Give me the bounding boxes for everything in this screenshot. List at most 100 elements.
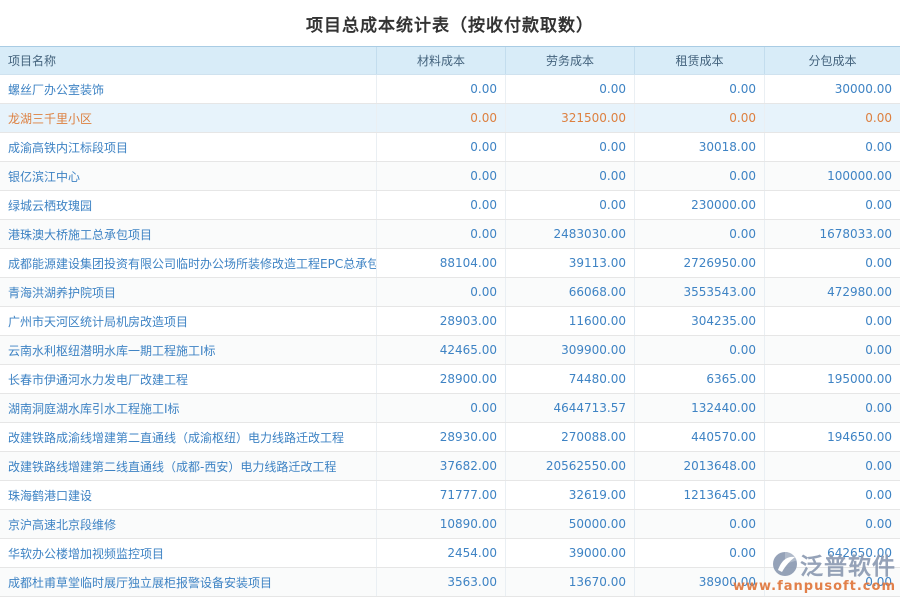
material-cost-value: 71777.00 — [377, 481, 506, 509]
material-cost-value: 28903.00 — [377, 307, 506, 335]
material-cost-value: 37682.00 — [377, 452, 506, 480]
report-page: 项目总成本统计表（按收付款取数） 项目名称 材料成本 劳务成本 租赁成本 分包成… — [0, 0, 900, 600]
column-header-subcontract-cost[interactable]: 分包成本 — [765, 47, 900, 74]
subcontract-cost-value: 0.00 — [765, 307, 900, 335]
table-row[interactable]: 成都能源建设集团投资有限公司临时办公场所装修改造工程EPC总承包88104.00… — [0, 249, 900, 278]
table-row[interactable]: 改建铁路成渝线增建第二直通线（成渝枢纽）电力线路迁改工程28930.002700… — [0, 423, 900, 452]
project-name-link[interactable]: 龙湖三千里小区 — [0, 104, 377, 132]
material-cost-value: 88104.00 — [377, 249, 506, 277]
subcontract-cost-value: 0.00 — [765, 452, 900, 480]
table-row[interactable]: 龙湖三千里小区0.00321500.000.000.00 — [0, 104, 900, 133]
rental-cost-value: 230000.00 — [635, 191, 765, 219]
table-row[interactable]: 银亿滨江中心0.000.000.00100000.00 — [0, 162, 900, 191]
column-header-labor-cost[interactable]: 劳务成本 — [506, 47, 635, 74]
subcontract-cost-value: 472980.00 — [765, 278, 900, 306]
labor-cost-value: 4644713.57 — [506, 394, 635, 422]
table-row[interactable]: 广州市天河区统计局机房改造项目28903.0011600.00304235.00… — [0, 307, 900, 336]
subcontract-cost-value: 642650.00 — [765, 539, 900, 567]
table-row[interactable]: 云南水利枢纽潜明水库一期工程施工I标42465.00309900.000.000… — [0, 336, 900, 365]
subcontract-cost-value: 100000.00 — [765, 162, 900, 190]
project-name-link[interactable]: 湖南洞庭湖水库引水工程施工I标 — [0, 394, 377, 422]
labor-cost-value: 270088.00 — [506, 423, 635, 451]
cost-statistics-table: 项目名称 材料成本 劳务成本 租赁成本 分包成本 螺丝厂办公室装饰0.000.0… — [0, 46, 900, 600]
project-name-link[interactable]: 银亿滨江中心 — [0, 162, 377, 190]
project-name-link[interactable]: 广州市天河区统计局机房改造项目 — [0, 307, 377, 335]
labor-cost-value: 321500.00 — [506, 104, 635, 132]
rental-cost-value: 6365.00 — [635, 365, 765, 393]
table-row[interactable]: 京沪高速北京段维修10890.0050000.000.000.00 — [0, 510, 900, 539]
rental-cost-value: 304235.00 — [635, 307, 765, 335]
project-name-link[interactable]: 长春市伊通河水力发电厂改建工程 — [0, 365, 377, 393]
subcontract-cost-value: 0.00 — [765, 191, 900, 219]
table-row[interactable]: 青海洪湖养护院项目0.0066068.003553543.00472980.00 — [0, 278, 900, 307]
project-name-link[interactable]: 绿城云栖玫瑰园 — [0, 191, 377, 219]
material-cost-value: 0.00 — [377, 104, 506, 132]
rental-cost-value: 38900.00 — [635, 568, 765, 596]
table-row[interactable]: 绿城云栖玫瑰园0.000.00230000.000.00 — [0, 191, 900, 220]
title-bar: 项目总成本统计表（按收付款取数） — [0, 0, 900, 46]
labor-cost-value: 0.00 — [506, 133, 635, 161]
column-header-project-name[interactable]: 项目名称 — [0, 47, 377, 74]
material-cost-value: 0.00 — [377, 75, 506, 103]
subcontract-cost-value: 194650.00 — [765, 423, 900, 451]
material-cost-value: 0.00 — [377, 191, 506, 219]
labor-cost-value: 0.00 — [506, 75, 635, 103]
material-cost-value: 42465.00 — [377, 336, 506, 364]
table-row[interactable]: 改建铁路线增建第二线直通线（成都-西安）电力线路迁改工程37682.002056… — [0, 452, 900, 481]
labor-cost-value: 309900.00 — [506, 336, 635, 364]
subcontract-cost-value: 0.00 — [765, 481, 900, 509]
labor-cost-value: 50000.00 — [506, 510, 635, 538]
labor-cost-value: 0.00 — [506, 162, 635, 190]
labor-cost-value: 74480.00 — [506, 365, 635, 393]
material-cost-value: 0.00 — [377, 394, 506, 422]
rental-cost-value: 0.00 — [635, 75, 765, 103]
rental-cost-value: 3553543.00 — [635, 278, 765, 306]
subcontract-cost-value: 1678033.00 — [765, 220, 900, 248]
labor-cost-value: 66068.00 — [506, 278, 635, 306]
material-cost-value: 3563.00 — [377, 568, 506, 596]
table-row[interactable]: 珠海鹤港口建设71777.0032619.001213645.000.00 — [0, 481, 900, 510]
rental-cost-value: 440570.00 — [635, 423, 765, 451]
project-name-link[interactable]: 成都杜甫草堂临时展厅独立展柜报警设备安装项目 — [0, 568, 377, 596]
column-header-rental-cost[interactable]: 租赁成本 — [635, 47, 765, 74]
table-row[interactable]: 湖南洞庭湖水库引水工程施工I标0.004644713.57132440.000.… — [0, 394, 900, 423]
project-name-link[interactable]: 改建铁路成渝线增建第二直通线（成渝枢纽）电力线路迁改工程 — [0, 423, 377, 451]
rental-cost-value: 2013648.00 — [635, 452, 765, 480]
rental-cost-value: 132440.00 — [635, 394, 765, 422]
project-name-link[interactable]: 云南水利枢纽潜明水库一期工程施工I标 — [0, 336, 377, 364]
subcontract-cost-value: 195000.00 — [765, 365, 900, 393]
table-header-row: 项目名称 材料成本 劳务成本 租赁成本 分包成本 — [0, 46, 900, 75]
material-cost-value: 0.00 — [377, 278, 506, 306]
subcontract-cost-value: 0.00 — [765, 104, 900, 132]
labor-cost-value: 39113.00 — [506, 249, 635, 277]
table-row[interactable]: 长春市伊通河水力发电厂改建工程28900.0074480.006365.0019… — [0, 365, 900, 394]
subcontract-cost-value: 30000.00 — [765, 75, 900, 103]
project-name-link[interactable]: 华软办公楼增加视频监控项目 — [0, 539, 377, 567]
rental-cost-value: 0.00 — [635, 336, 765, 364]
project-name-link[interactable]: 成都能源建设集团投资有限公司临时办公场所装修改造工程EPC总承包 — [0, 249, 377, 277]
material-cost-value: 2454.00 — [377, 539, 506, 567]
project-name-link[interactable]: 改建铁路线增建第二线直通线（成都-西安）电力线路迁改工程 — [0, 452, 377, 480]
table-row[interactable]: 螺丝厂办公室装饰0.000.000.0030000.00 — [0, 75, 900, 104]
table-row[interactable]: 成渝高铁内江标段项目0.000.0030018.000.00 — [0, 133, 900, 162]
labor-cost-value: 20562550.00 — [506, 452, 635, 480]
table-row[interactable]: 港珠澳大桥施工总承包项目0.002483030.000.001678033.00 — [0, 220, 900, 249]
labor-cost-value: 11600.00 — [506, 307, 635, 335]
rental-cost-value: 0.00 — [635, 220, 765, 248]
subcontract-cost-value: 0.00 — [765, 568, 900, 596]
project-name-link[interactable]: 成渝高铁内江标段项目 — [0, 133, 377, 161]
table-row[interactable]: 华软办公楼增加视频监控项目2454.0039000.000.00642650.0… — [0, 539, 900, 568]
subcontract-cost-value: 0.00 — [765, 249, 900, 277]
subcontract-cost-value: 0.00 — [765, 133, 900, 161]
rental-cost-value: 1213645.00 — [635, 481, 765, 509]
project-name-link[interactable]: 青海洪湖养护院项目 — [0, 278, 377, 306]
column-header-material-cost[interactable]: 材料成本 — [377, 47, 506, 74]
labor-cost-value: 13670.00 — [506, 568, 635, 596]
labor-cost-value: 0.00 — [506, 191, 635, 219]
project-name-link[interactable]: 京沪高速北京段维修 — [0, 510, 377, 538]
project-name-link[interactable]: 螺丝厂办公室装饰 — [0, 75, 377, 103]
project-name-link[interactable]: 港珠澳大桥施工总承包项目 — [0, 220, 377, 248]
table-row[interactable]: 成都杜甫草堂临时展厅独立展柜报警设备安装项目3563.0013670.00389… — [0, 568, 900, 597]
project-name-link[interactable]: 珠海鹤港口建设 — [0, 481, 377, 509]
labor-cost-value: 2483030.00 — [506, 220, 635, 248]
